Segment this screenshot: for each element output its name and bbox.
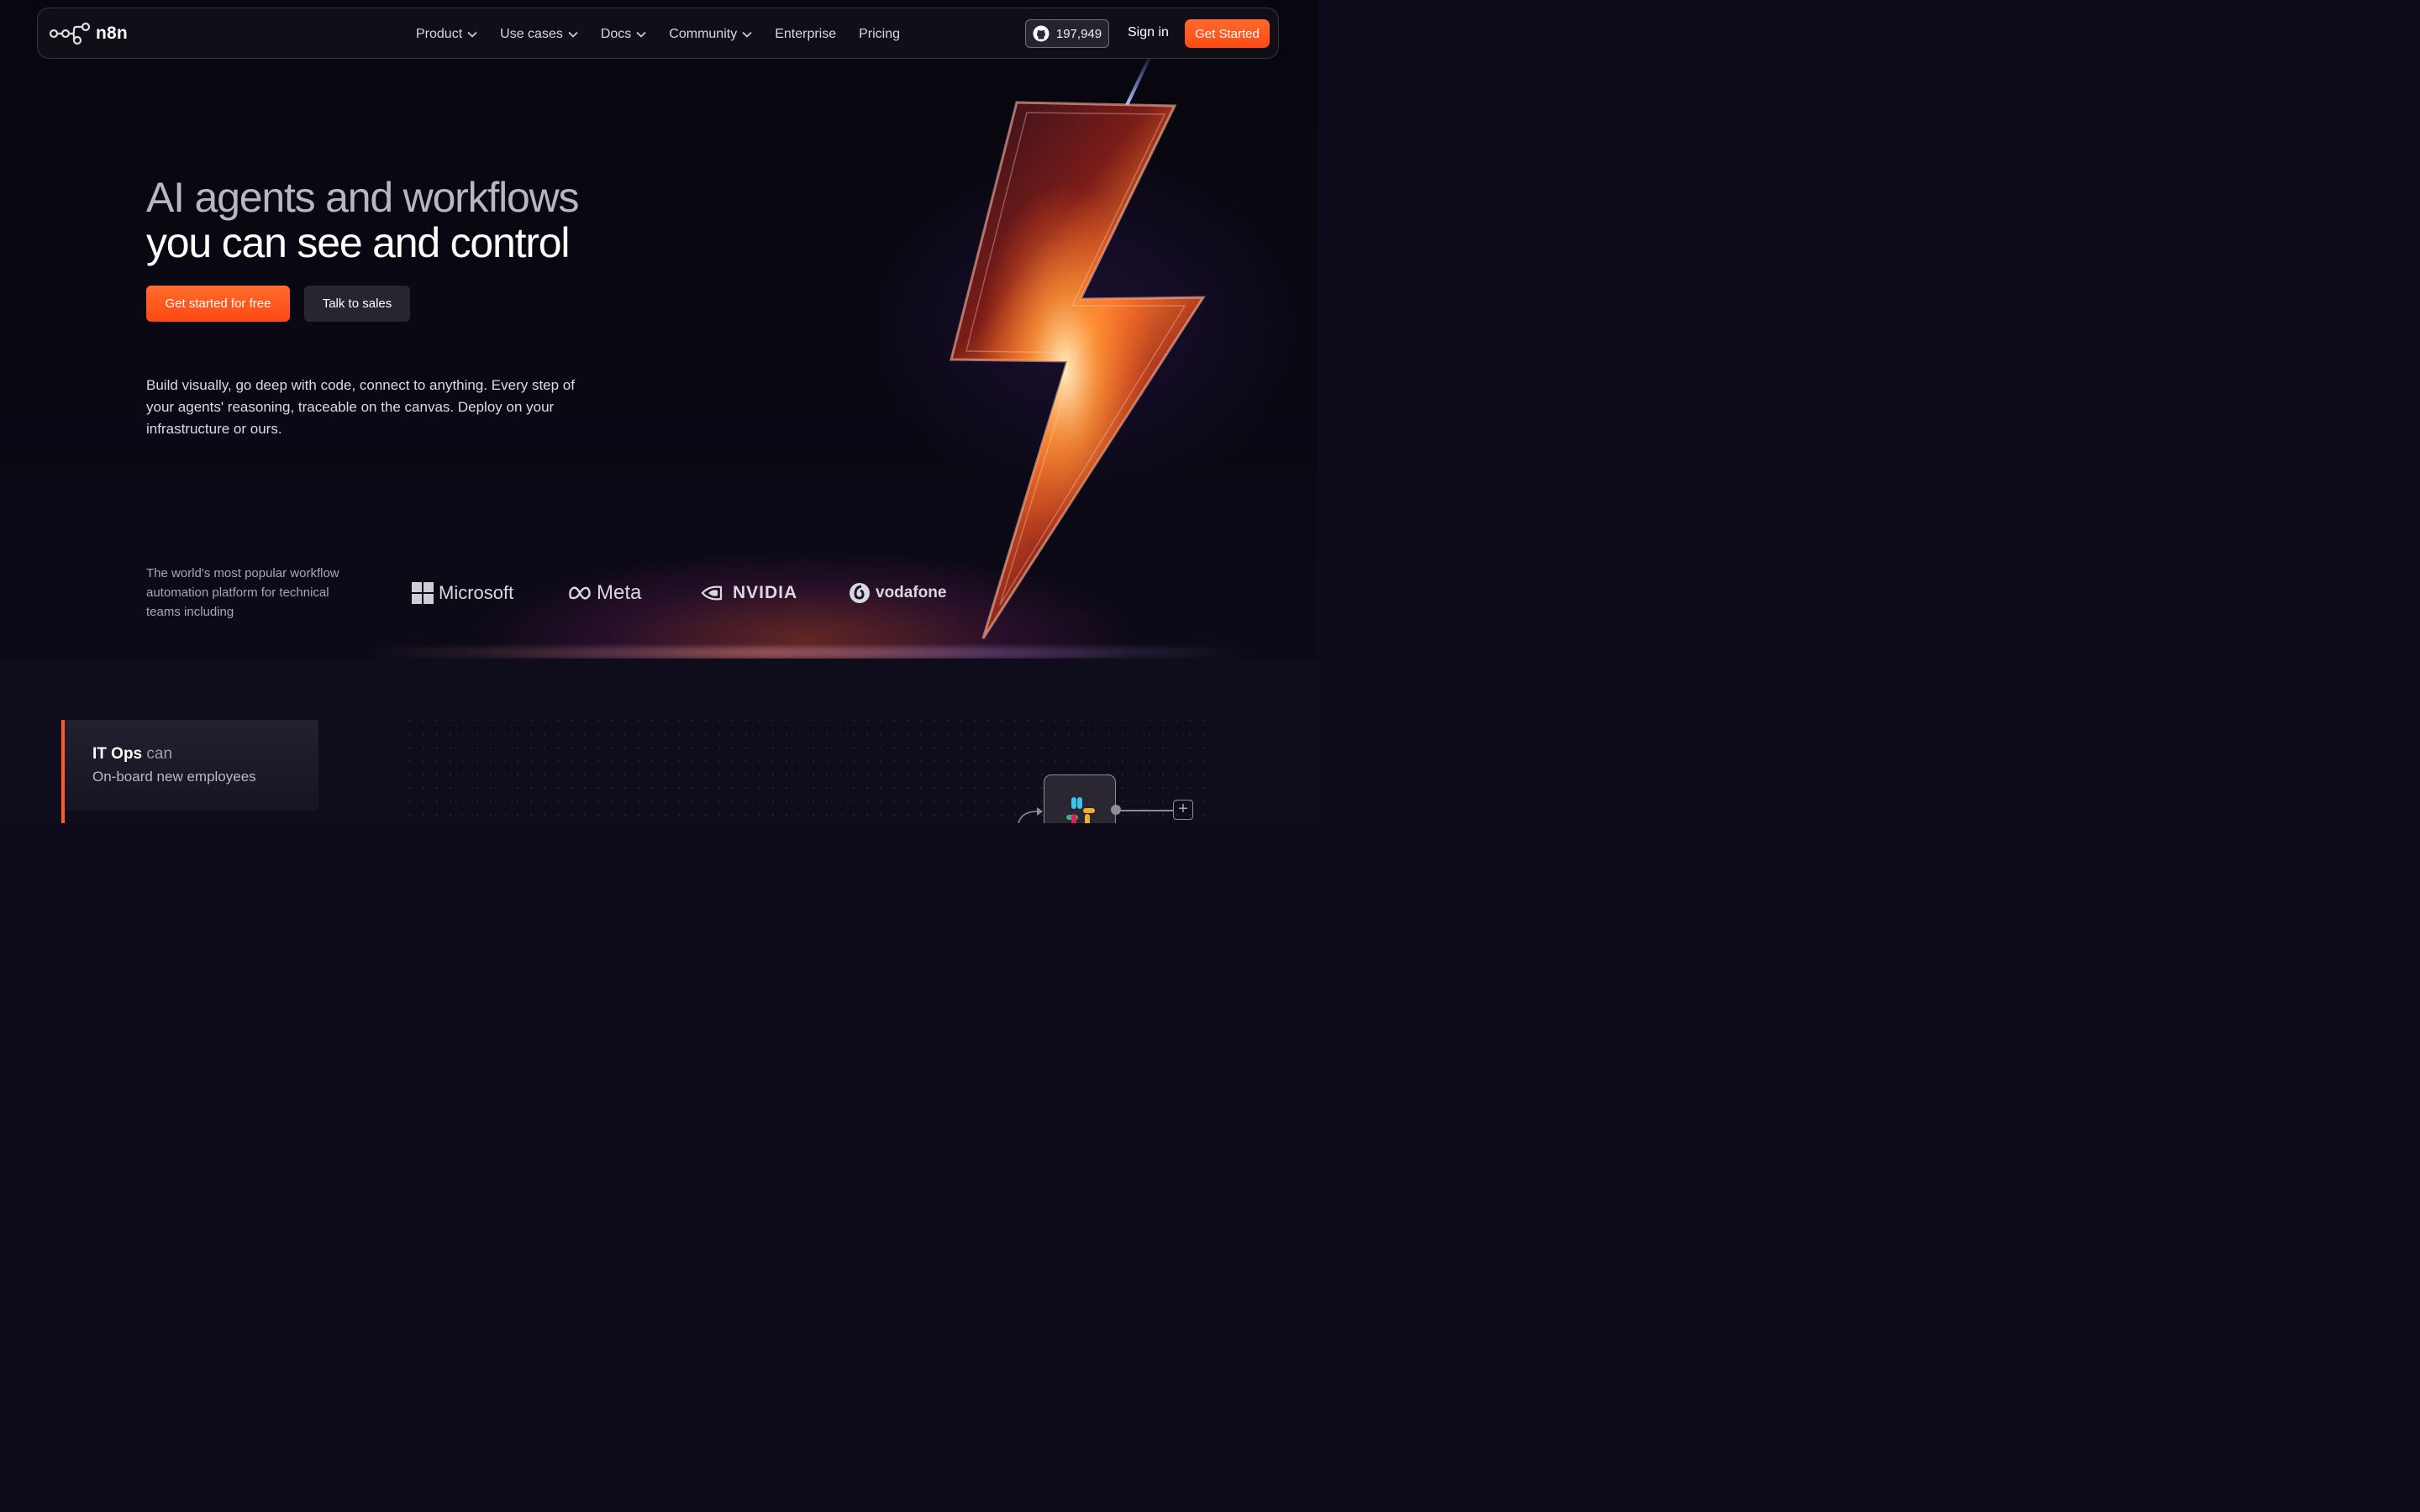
- nav-docs-label: Docs: [600, 27, 632, 41]
- use-case-role: IT Ops: [92, 745, 143, 763]
- sign-in-link[interactable]: Sign in: [1128, 25, 1169, 40]
- nvidia-logo-text: NVIDIA: [733, 583, 798, 602]
- nav-enterprise-label: Enterprise: [775, 27, 837, 41]
- slack-icon: [1066, 797, 1095, 823]
- nav-pricing-label: Pricing: [859, 27, 901, 41]
- nav-use-cases[interactable]: Use cases: [500, 27, 578, 42]
- plus-icon: +: [1178, 800, 1188, 818]
- nav-enterprise[interactable]: Enterprise: [775, 27, 836, 42]
- slack-workflow-node[interactable]: [1044, 774, 1116, 823]
- use-case-card[interactable]: [61, 720, 318, 811]
- nav-use-cases-label: Use cases: [500, 27, 563, 41]
- nvidia-logo: NVIDIA: [701, 578, 797, 608]
- windows-logo-icon: [412, 582, 434, 604]
- chevron-down-icon: [742, 31, 752, 38]
- add-node-button[interactable]: +: [1173, 800, 1193, 820]
- github-stars-count: 197,949: [1055, 26, 1102, 41]
- meta-logo-text: Meta: [597, 581, 642, 604]
- chevron-down-icon: [636, 31, 646, 38]
- meta-logo-icon: [569, 586, 591, 600]
- use-case-title: IT Ops can: [92, 745, 172, 764]
- nvidia-logo-icon: [701, 585, 723, 601]
- use-case-accent-bar: [61, 720, 65, 823]
- microsoft-logo-text: Microsoft: [439, 582, 514, 603]
- lightning-bolt-illustration: [950, 59, 1206, 639]
- nav-product[interactable]: Product: [416, 27, 477, 42]
- n8n-logo-icon: [49, 22, 91, 45]
- vodafone-logo-icon: [850, 583, 870, 603]
- talk-to-sales-button[interactable]: Talk to sales: [304, 286, 410, 322]
- nav-community[interactable]: Community: [669, 27, 752, 42]
- chevron-down-icon: [568, 31, 578, 38]
- microsoft-logo: Microsoft: [412, 578, 513, 608]
- get-started-free-button[interactable]: Get started for free: [146, 286, 290, 322]
- brand-logo[interactable]: n8n: [49, 20, 128, 47]
- nav-docs[interactable]: Docs: [601, 27, 646, 42]
- use-case-task: On-board new employees: [92, 769, 256, 785]
- nav-pricing[interactable]: Pricing: [859, 27, 900, 42]
- hero-title-line-1: AI agents and workflows: [146, 174, 580, 221]
- get-started-nav-button[interactable]: Get Started: [1185, 19, 1270, 48]
- nav-community-label: Community: [669, 27, 738, 41]
- vodafone-logo: vodafone: [849, 578, 946, 608]
- use-case-verb: can: [146, 745, 173, 763]
- node-output-connector: [1121, 810, 1173, 811]
- primary-nav: Product Use cases Docs Community Enterpr…: [416, 24, 900, 45]
- hero-title-line-2: you can see and control: [146, 219, 571, 266]
- page: n8n Product Use cases Docs Community Ent…: [0, 0, 1318, 823]
- github-stars-button[interactable]: 197,949: [1025, 19, 1109, 48]
- nav-product-label: Product: [416, 27, 463, 41]
- node-output-handle[interactable]: [1111, 805, 1121, 815]
- trusted-by-text: The world's most popular workflow automa…: [146, 566, 339, 619]
- hero-description: Build visually, go deep with code, conne…: [146, 377, 575, 437]
- meta-logo: Meta: [568, 578, 641, 608]
- github-icon: [1033, 25, 1050, 42]
- brand-name: n8n: [96, 24, 128, 43]
- hero-title: AI agents and workflows you can see and …: [146, 175, 667, 265]
- vodafone-logo-text: vodafone: [876, 584, 947, 601]
- chevron-down-icon: [467, 31, 477, 38]
